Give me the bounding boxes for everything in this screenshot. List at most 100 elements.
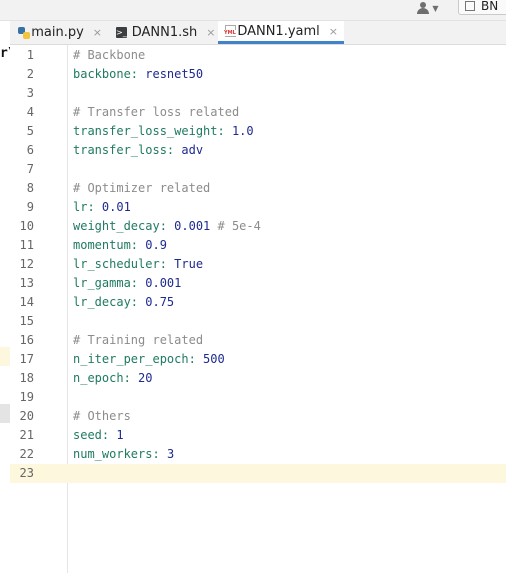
code-line[interactable]: 12 lr_scheduler: True xyxy=(10,255,506,274)
line-number: 10 xyxy=(19,219,34,233)
code-line[interactable]: 9 lr: 0.01 xyxy=(10,198,506,217)
line-number: 7 xyxy=(26,162,34,176)
code-line[interactable]: 8 # Optimizer related xyxy=(10,179,506,198)
code-text[interactable]: # Others xyxy=(73,407,131,426)
code-line[interactable]: 13 lr_gamma: 0.001 xyxy=(10,274,506,293)
code-line[interactable]: 1 # Backbone xyxy=(10,46,506,65)
chevron-down-icon: ▼ xyxy=(432,3,439,13)
code-text[interactable]: lr_scheduler: True xyxy=(73,255,203,274)
yaml-colon: : xyxy=(101,428,117,442)
yaml-key: lr_scheduler xyxy=(73,257,160,271)
run-configuration-selector[interactable]: BN xyxy=(458,0,506,15)
account-menu-button[interactable]: ▼ xyxy=(414,0,442,16)
yaml-value: 3 xyxy=(166,447,175,461)
yaml-colon: : xyxy=(152,447,167,461)
code-line[interactable]: 5 transfer_loss_weight: 1.0 xyxy=(10,122,506,141)
code-line[interactable]: 14 lr_decay: 0.75 xyxy=(10,293,506,312)
yaml-colon: : xyxy=(130,276,146,290)
code-text[interactable]: num_workers: 3 xyxy=(73,445,174,464)
close-icon[interactable]: × xyxy=(329,25,338,38)
yaml-comment: # Backbone xyxy=(73,48,146,62)
code-line[interactable]: 18 n_epoch: 20 xyxy=(10,369,506,388)
yaml-key: num_workers xyxy=(73,447,153,461)
yaml-value: 20 xyxy=(138,371,153,385)
yaml-key: lr xyxy=(73,200,88,214)
line-number: 21 xyxy=(19,428,34,442)
line-number: 6 xyxy=(26,143,34,157)
code-text[interactable]: lr_gamma: 0.001 xyxy=(73,274,181,293)
code-line[interactable]: 2 backbone: resnet50 xyxy=(10,65,506,84)
close-icon[interactable]: × xyxy=(206,26,215,39)
code-line[interactable]: 16 # Training related xyxy=(10,331,506,350)
project-panel-edge[interactable]: r\ xyxy=(0,21,10,573)
code-text[interactable]: weight_decay: 0.001 # 5e-4 xyxy=(73,217,261,236)
code-line[interactable]: 17 n_iter_per_epoch: 500 xyxy=(10,350,506,369)
code-text[interactable]: transfer_loss_weight: 1.0 xyxy=(73,122,254,141)
python-file-icon xyxy=(18,26,30,39)
tab-label: main.py xyxy=(31,25,84,40)
code-text[interactable]: # Training related xyxy=(73,331,203,350)
line-number: 23 xyxy=(19,466,34,480)
code-text[interactable]: # Optimizer related xyxy=(73,179,210,198)
code-line[interactable]: 23 xyxy=(10,464,506,483)
code-text[interactable]: transfer_loss: adv xyxy=(73,141,203,160)
code-text[interactable]: lr: 0.01 xyxy=(73,198,131,217)
code-text[interactable]: momentum: 0.9 xyxy=(73,236,167,255)
code-line[interactable]: 10 weight_decay: 0.001 # 5e-4 xyxy=(10,217,506,236)
code-text[interactable]: seed: 1 xyxy=(73,426,124,445)
line-number: 2 xyxy=(26,67,34,81)
tab-main-py[interactable]: main.py × xyxy=(12,21,108,44)
yaml-colon: : xyxy=(217,124,232,138)
line-number: 8 xyxy=(26,181,34,195)
code-text[interactable]: n_iter_per_epoch: 500 xyxy=(73,350,225,369)
line-number: 3 xyxy=(26,86,34,100)
yaml-value: adv xyxy=(181,143,204,157)
yaml-colon: : xyxy=(87,200,102,214)
yaml-colon: : xyxy=(166,143,182,157)
code-editor[interactable]: 1 # Backbone 2 backbone: resnet50 3 4 # Transf… xyxy=(10,45,506,573)
code-line[interactable]: 6 transfer_loss: adv xyxy=(10,141,506,160)
code-text[interactable]: # Transfer loss related xyxy=(73,103,239,122)
yaml-file-icon: YML xyxy=(224,25,236,37)
yaml-key: lr_gamma xyxy=(73,276,131,290)
yaml-key: lr_decay xyxy=(73,295,131,309)
yaml-comment: # Transfer loss related xyxy=(73,105,240,119)
code-text[interactable]: backbone: resnet50 xyxy=(73,65,203,84)
code-text[interactable]: n_epoch: 20 xyxy=(73,369,152,388)
code-line[interactable]: 7 xyxy=(10,160,506,179)
line-number: 11 xyxy=(19,238,34,252)
close-icon[interactable]: × xyxy=(93,26,102,39)
line-number: 1 xyxy=(26,48,34,62)
tab-dann1-sh[interactable]: >_ DANN1.sh × xyxy=(110,21,218,44)
code-line[interactable]: 21 seed: 1 xyxy=(10,426,506,445)
yaml-key: n_iter_per_epoch xyxy=(73,352,189,366)
yaml-comment: # Others xyxy=(73,409,131,423)
yaml-colon: : xyxy=(130,238,146,252)
tab-dann1-yaml[interactable]: YML DANN1.yaml × xyxy=(218,21,344,44)
shell-file-icon: >_ xyxy=(116,27,127,38)
project-row-highlight xyxy=(0,347,10,366)
line-number: 4 xyxy=(26,105,34,119)
code-text[interactable]: # Backbone xyxy=(73,46,145,65)
code-line[interactable]: 20 # Others xyxy=(10,407,506,426)
code-line[interactable]: 4 # Transfer loss related xyxy=(10,103,506,122)
code-line[interactable]: 19 xyxy=(10,388,506,407)
code-text[interactable]: lr_decay: 0.75 xyxy=(73,293,174,312)
yaml-key: momentum xyxy=(73,238,131,252)
yaml-key: n_epoch xyxy=(73,371,124,385)
project-row-selected xyxy=(0,404,10,423)
line-number: 13 xyxy=(19,276,34,290)
line-number: 5 xyxy=(26,124,34,138)
yaml-value: 0.9 xyxy=(145,238,167,252)
yaml-comment: # Optimizer related xyxy=(73,181,211,195)
code-line[interactable]: 11 momentum: 0.9 xyxy=(10,236,506,255)
yaml-key: transfer_loss_weight xyxy=(73,124,218,138)
code-line[interactable]: 3 xyxy=(10,84,506,103)
yaml-value: 0.001 xyxy=(145,276,182,290)
code-line[interactable]: 15 xyxy=(10,312,506,331)
tab-label: DANN1.yaml xyxy=(237,23,320,39)
user-icon xyxy=(417,2,430,14)
configuration-icon xyxy=(465,1,475,11)
run-configuration-label: BN xyxy=(481,0,499,13)
code-line[interactable]: 22 num_workers: 3 xyxy=(10,445,506,464)
